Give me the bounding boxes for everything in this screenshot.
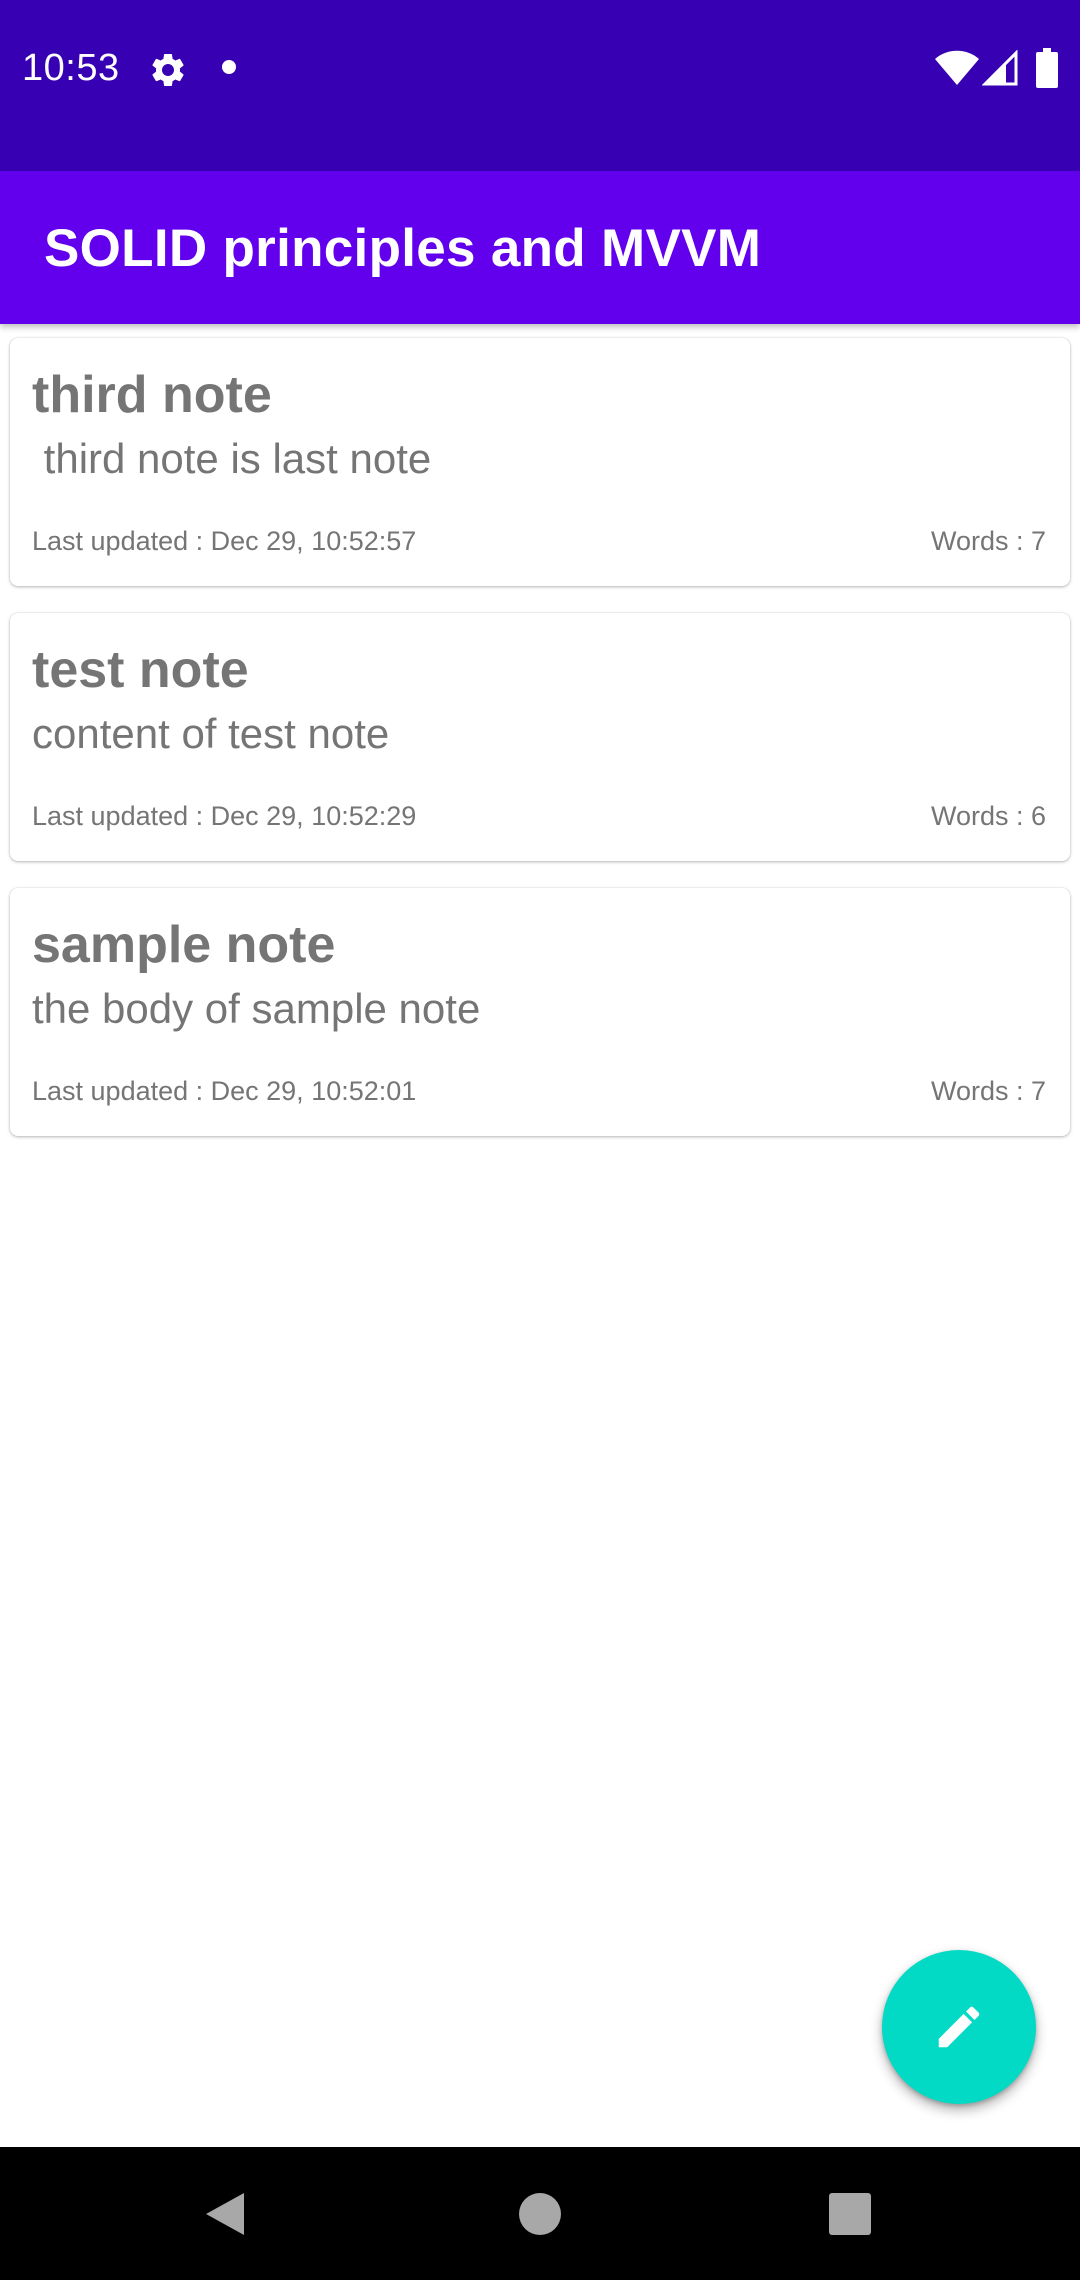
note-last-updated: Last updated : Dec 29, 10:52:57	[32, 526, 417, 556]
system-nav-bar	[0, 2147, 1080, 2280]
note-last-updated: Last updated : Dec 29, 10:52:01	[32, 1076, 417, 1106]
recents-icon[interactable]	[829, 2193, 871, 2235]
signal-icon	[982, 50, 1018, 86]
note-title: test note	[32, 641, 249, 699]
note-card[interactable]: sample note the body of sample note Last…	[10, 888, 1070, 1136]
battery-icon	[1036, 48, 1058, 88]
back-icon[interactable]	[200, 2189, 250, 2239]
edit-pencil-icon	[938, 2006, 980, 2048]
status-time: 10:53	[22, 47, 120, 89]
status-bar: 10:53	[0, 0, 1080, 171]
home-icon[interactable]	[519, 2193, 561, 2235]
note-body: content of test note	[32, 710, 390, 757]
note-last-updated: Last updated : Dec 29, 10:52:29	[32, 801, 417, 831]
note-card[interactable]: third note third note is last note Last …	[10, 338, 1070, 586]
note-title: sample note	[32, 916, 336, 974]
add-note-fab-button[interactable]	[882, 1950, 1036, 2104]
page-title: SOLID principles and MVVM	[44, 219, 762, 278]
note-title: third note	[32, 366, 272, 424]
notification-dot-icon	[222, 60, 236, 74]
gear-icon	[152, 53, 184, 86]
note-word-count: Words : 6	[930, 801, 1046, 831]
note-body: the body of sample note	[32, 985, 481, 1032]
wifi-icon	[935, 50, 979, 85]
note-body: third note is last note	[32, 435, 432, 482]
note-word-count: Words : 7	[930, 526, 1046, 556]
app-bar: SOLID principles and MVVM	[0, 171, 1080, 324]
note-card[interactable]: test note content of test note Last upda…	[10, 613, 1070, 861]
note-word-count: Words : 7	[930, 1076, 1046, 1106]
